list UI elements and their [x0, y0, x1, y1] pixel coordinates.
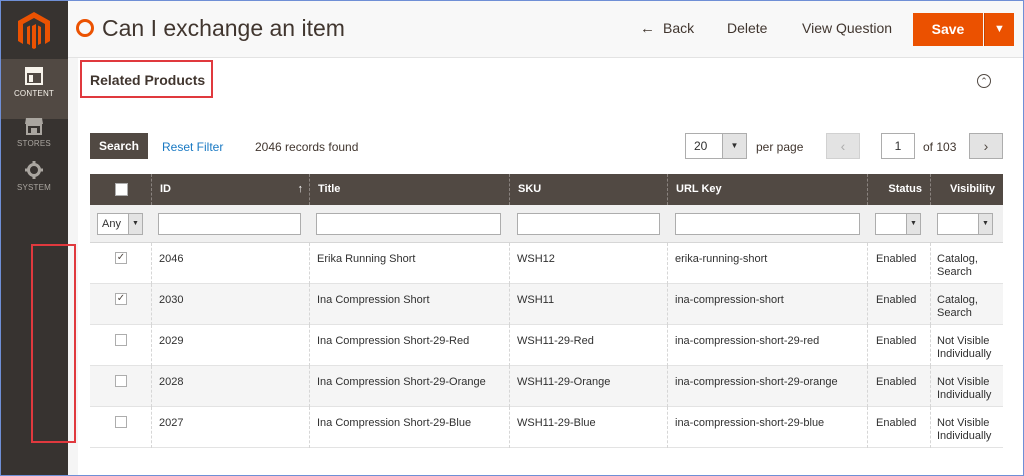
cell-id: 2046 — [159, 253, 184, 265]
cell-title: Ina Compression Short-29-Red — [317, 335, 470, 347]
table-row[interactable]: 2028 Ina Compression Short-29-Orange WSH… — [90, 366, 1003, 407]
cell-status: Enabled — [876, 335, 917, 347]
table-row[interactable]: 2027 Ina Compression Short-29-Blue WSH11… — [90, 407, 1003, 448]
delete-button[interactable]: Delete — [727, 20, 767, 36]
content-icon — [25, 67, 43, 85]
cell-url-key: ina-compression-short — [675, 294, 784, 306]
cell-url-key: ina-compression-short-29-red — [675, 335, 820, 347]
column-header-title[interactable]: Title — [309, 174, 509, 205]
grid-header: ID ↑ Title SKU URL Key Status Visibility — [90, 174, 1003, 205]
sidebar-item-label: SYSTEM — [16, 183, 52, 192]
cell-url-key: ina-compression-short-29-blue — [675, 417, 825, 429]
cell-visibility: Catalog, Search — [937, 294, 978, 319]
cell-id: 2029 — [159, 335, 184, 347]
sidebar-item-system[interactable]: SYSTEM — [0, 153, 68, 213]
magento-logo[interactable] — [15, 10, 53, 52]
cell-sku: WSH12 — [517, 253, 555, 265]
cell-visibility: Not Visible Individually — [937, 335, 992, 360]
cell-url-key: erika-running-short — [675, 253, 768, 265]
row-checkbox[interactable] — [115, 334, 127, 346]
question-circle-icon — [76, 19, 94, 37]
back-label: Back — [663, 20, 695, 36]
table-row[interactable]: ✓ 2046 Erika Running Short WSH12 erika-r… — [90, 243, 1003, 284]
cell-sku: WSH11-29-Orange — [517, 376, 611, 388]
column-header-visibility[interactable]: Visibility — [930, 174, 1003, 205]
column-header-url-key[interactable]: URL Key — [667, 174, 867, 205]
cell-title: Ina Compression Short — [317, 294, 430, 306]
cell-status: Enabled — [876, 253, 917, 265]
save-options-button[interactable]: ▼ — [984, 13, 1014, 46]
filter-any-value: Any — [102, 218, 121, 230]
save-button[interactable]: Save — [913, 13, 983, 46]
sort-arrow-icon: ↑ — [297, 183, 304, 195]
per-page-select[interactable]: 20 ▼ — [685, 133, 747, 159]
row-checkbox[interactable] — [115, 375, 127, 387]
column-header-status[interactable]: Status — [867, 174, 930, 205]
cell-id: 2028 — [159, 376, 184, 388]
previous-page-button[interactable]: ‹ — [826, 133, 860, 159]
per-page-value: 20 — [694, 139, 708, 153]
page-header: Can I exchange an item ← Back Delete View… — [68, 0, 1024, 58]
caret-down-icon: ▼ — [128, 214, 142, 234]
cell-visibility: Not Visible Individually — [937, 376, 992, 401]
sidebar-item-label: STORES — [17, 139, 51, 148]
sku-filter-input[interactable] — [517, 213, 660, 235]
highlight-box — [80, 60, 213, 98]
back-button[interactable]: ← Back — [640, 20, 694, 37]
collapse-icon[interactable]: ⌃ — [977, 74, 991, 88]
cell-title: Ina Compression Short-29-Orange — [317, 376, 486, 388]
gear-icon — [25, 161, 43, 179]
select-column-header — [90, 174, 151, 205]
table-row[interactable]: ✓ 2030 Ina Compression Short WSH11 ina-c… — [90, 284, 1003, 325]
page-total: of 103 — [923, 140, 957, 154]
row-checkbox[interactable]: ✓ — [115, 252, 127, 264]
cell-title: Ina Compression Short-29-Blue — [317, 417, 472, 429]
row-checkbox[interactable] — [115, 416, 127, 428]
arrow-left-icon: ← — [640, 20, 655, 37]
cell-url-key: ina-compression-short-29-orange — [675, 376, 838, 388]
reset-filter-link[interactable]: Reset Filter — [162, 140, 223, 154]
cell-id: 2027 — [159, 417, 184, 429]
status-filter-select[interactable]: ▼ — [875, 213, 921, 235]
search-button[interactable]: Search — [90, 133, 148, 159]
records-count: 2046 records found — [255, 140, 359, 154]
column-header-id[interactable]: ID ↑ — [151, 174, 309, 205]
id-filter-input[interactable] — [158, 213, 301, 235]
title-filter-input[interactable] — [316, 213, 501, 235]
cell-status: Enabled — [876, 294, 917, 306]
filter-row: Any ▼ ▼ ▼ — [90, 205, 1003, 243]
page-number-input[interactable] — [881, 133, 915, 159]
sidebar-item-label: CONTENT — [13, 89, 55, 98]
content-panel: Related Products ⌃ Search Reset Filter 2… — [78, 58, 1024, 476]
column-header-sku[interactable]: SKU — [509, 174, 667, 205]
per-page-label: per page — [756, 140, 804, 154]
caret-down-icon: ▼ — [994, 23, 1005, 35]
caret-down-icon: ▼ — [906, 214, 920, 234]
url-key-filter-input[interactable] — [675, 213, 860, 235]
main-area: Can I exchange an item ← Back Delete View… — [68, 0, 1024, 476]
view-question-button[interactable]: View Question — [802, 20, 892, 36]
cell-sku: WSH11-29-Blue — [517, 417, 596, 429]
cell-title: Erika Running Short — [317, 253, 416, 265]
caret-down-icon[interactable]: ▼ — [722, 134, 746, 158]
cell-visibility: Not Visible Individually — [937, 417, 992, 442]
cell-status: Enabled — [876, 376, 917, 388]
select-filter[interactable]: Any ▼ — [97, 213, 143, 235]
stores-icon — [25, 118, 43, 135]
visibility-filter-select[interactable]: ▼ — [937, 213, 993, 235]
select-all-checkbox[interactable] — [115, 183, 128, 196]
next-page-button[interactable]: › — [969, 133, 1003, 159]
cell-id: 2030 — [159, 294, 184, 306]
cell-status: Enabled — [876, 417, 917, 429]
row-checkbox[interactable]: ✓ — [115, 293, 127, 305]
cell-sku: WSH11-29-Red — [517, 335, 594, 347]
cell-visibility: Catalog, Search — [937, 253, 978, 278]
table-row[interactable]: 2029 Ina Compression Short-29-Red WSH11-… — [90, 325, 1003, 366]
cell-sku: WSH11 — [517, 294, 555, 306]
caret-down-icon: ▼ — [978, 214, 992, 234]
highlight-box — [31, 244, 76, 443]
column-label: ID — [160, 183, 171, 195]
page-title: Can I exchange an item — [102, 15, 345, 41]
